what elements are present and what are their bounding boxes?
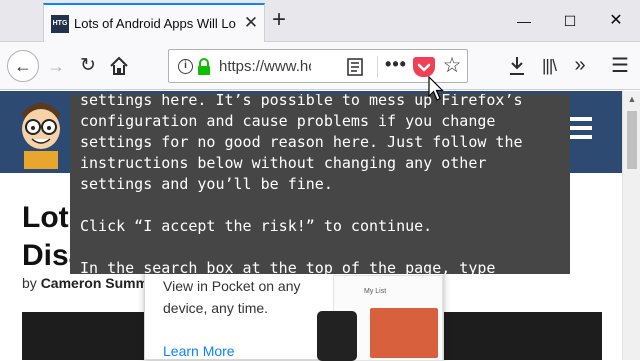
tab-close-icon[interactable]: ✕: [241, 13, 261, 33]
scroll-up-icon[interactable]: ▲: [626, 94, 638, 104]
library-icon[interactable]: |||\: [538, 53, 560, 79]
site-favicon-icon: HTG: [51, 15, 69, 33]
url-text[interactable]: https://www.ho: [219, 58, 311, 76]
site-logo[interactable]: [12, 95, 70, 169]
learn-more-link[interactable]: Learn More: [163, 343, 243, 361]
bookmark-star-icon[interactable]: ☆: [441, 55, 463, 77]
reload-button[interactable]: ↻: [76, 54, 100, 78]
author-link[interactable]: Cameron Summe: [41, 275, 152, 291]
window-minimize-button[interactable]: —: [502, 6, 546, 36]
new-tab-button[interactable]: +: [267, 8, 291, 34]
tab-active[interactable]: HTG Lots of Android Apps Will Lose ✕: [43, 3, 265, 42]
url-bar-divider: [377, 56, 378, 78]
page-scrollbar[interactable]: ▲: [622, 91, 640, 360]
home-icon: [110, 56, 128, 75]
tab-title: Lots of Android Apps Will Lose: [74, 16, 236, 31]
home-button[interactable]: [107, 54, 131, 78]
pocket-panel-text: View in Pocket on any device, any time.: [163, 278, 301, 316]
article-byline: by Cameron Summe: [22, 275, 152, 293]
byline-prefix: by: [22, 275, 41, 291]
downloads-icon[interactable]: [505, 53, 529, 79]
lock-icon: [197, 58, 211, 75]
scrollbar-thumb[interactable]: [627, 111, 637, 169]
window-close-button[interactable]: ✕: [594, 6, 638, 36]
mouse-cursor-icon: [428, 75, 444, 102]
back-button[interactable]: ←: [7, 50, 39, 82]
reader-view-icon[interactable]: [347, 58, 363, 76]
page-actions-icon[interactable]: •••: [385, 55, 407, 76]
site-info-icon[interactable]: i: [178, 59, 193, 74]
overflow-icon[interactable]: »: [568, 53, 592, 79]
pocket-preview-food-image: [370, 308, 438, 358]
forward-button[interactable]: →: [44, 54, 68, 78]
pocket-icon[interactable]: [413, 57, 435, 77]
window-maximize-button[interactable]: ☐: [548, 6, 592, 36]
site-menu-icon[interactable]: [566, 117, 594, 141]
url-bar[interactable]: i https://www.ho ••• ☆: [168, 49, 468, 83]
tutorial-text-overlay: settings here. It’s possible to mess up …: [70, 94, 570, 274]
pocket-preview-phone: [317, 311, 357, 361]
pocket-preview-list-title: My List: [364, 288, 387, 295]
tab-strip: HTG Lots of Android Apps Will Lose ✕ + —…: [0, 0, 640, 42]
menu-icon[interactable]: ☰: [608, 53, 632, 79]
navigation-toolbar: ← → ↻ i https://www.ho ••• ☆ |||\ » ☰: [0, 42, 640, 90]
overlay-text: settings here. It’s possible to mess up …: [80, 94, 523, 274]
